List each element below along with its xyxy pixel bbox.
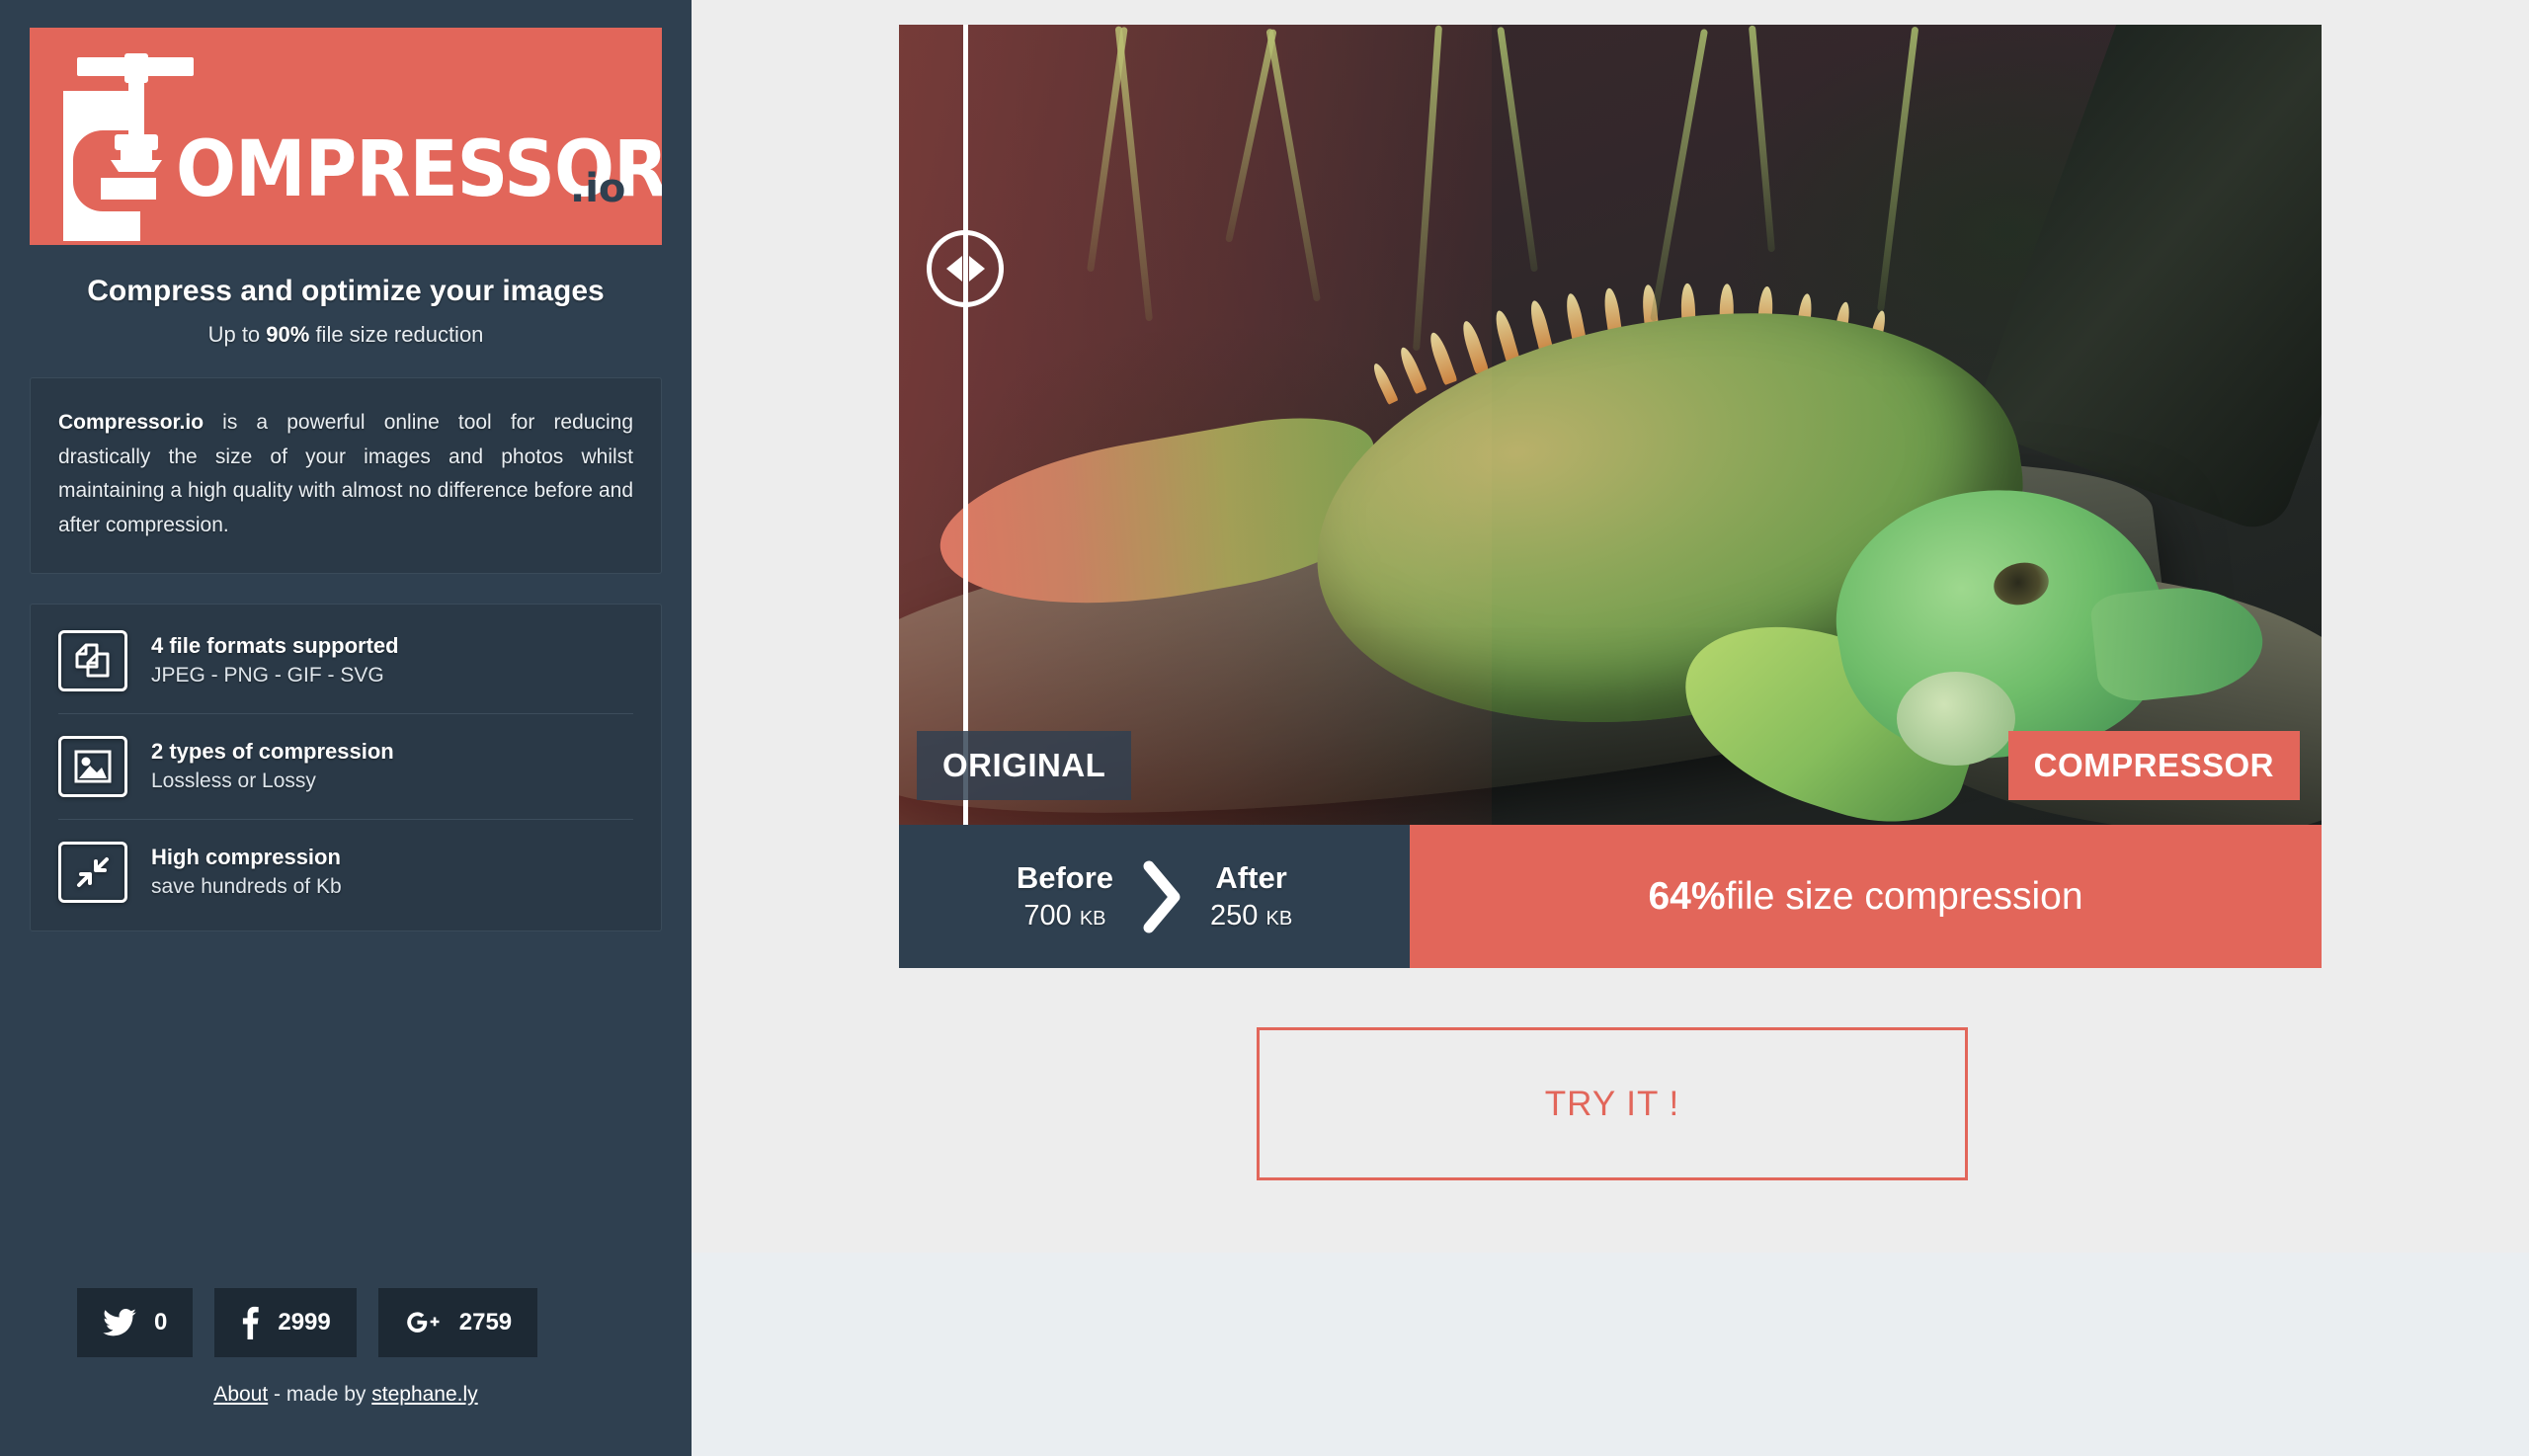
about-link[interactable]: About: [213, 1383, 268, 1406]
feature-row: 2 types of compression Lossless or Lossy: [58, 714, 633, 820]
after-value: 250 KB: [1210, 900, 1292, 932]
before-label: Before: [1016, 860, 1114, 895]
credit-line: About - made by stephane.ly: [0, 1383, 692, 1407]
sidebar: OMPRESSOR .io Compress and optimize your…: [0, 0, 692, 1456]
googleplus-count: 2759: [458, 1309, 513, 1335]
compression-label: file size compression: [1725, 874, 2083, 918]
compression-percent: 64%: [1648, 874, 1726, 918]
feature-title: 4 file formats supported: [151, 633, 399, 659]
chevron-left-icon: [945, 256, 962, 282]
about-text: Compressor.io is a powerful online tool …: [58, 406, 633, 543]
subtagline-percent: 90%: [266, 322, 310, 347]
feature-title: High compression: [151, 845, 341, 870]
logo-suffix: .io: [570, 166, 626, 211]
before-after-comparison[interactable]: ORIGINAL COMPRESSOR: [899, 25, 2322, 825]
about-panel: Compressor.io is a powerful online tool …: [30, 377, 662, 574]
chevron-right-icon: [1143, 860, 1181, 932]
after-unit: KB: [1265, 908, 1293, 930]
page-background-lower: [692, 1253, 2529, 1456]
features-panel: 4 file formats supported JPEG - PNG - GI…: [30, 603, 662, 931]
credit-separator: - made by: [268, 1383, 372, 1406]
facebook-count: 2999: [278, 1309, 331, 1335]
slider-handle-icon[interactable]: [927, 230, 1004, 307]
subtagline-suffix: file size reduction: [309, 322, 484, 347]
googleplus-share-button[interactable]: 2759: [377, 1288, 538, 1357]
before-value: 700 KB: [1017, 900, 1113, 932]
size-comparison: Before 700 KB After 250 KB: [899, 825, 1410, 968]
before-unit: KB: [1079, 908, 1106, 930]
after-stat: After 250 KB: [1210, 860, 1292, 932]
facebook-icon: [243, 1306, 260, 1339]
red-light-overlay: [899, 25, 1492, 825]
compress-arrows-icon: [58, 841, 127, 903]
tagline: Compress and optimize your images: [87, 275, 605, 307]
twitter-icon: [103, 1309, 136, 1336]
subtagline-prefix: Up to: [207, 322, 267, 347]
twitter-share-button[interactable]: 0: [77, 1288, 194, 1357]
documents-icon: [58, 629, 127, 691]
before-number: 700: [1023, 900, 1072, 931]
chevron-right-icon: [968, 256, 985, 282]
feature-subtitle: JPEG - PNG - GIF - SVG: [151, 664, 384, 688]
iguana-jowl: [1897, 672, 2015, 766]
facebook-share-button[interactable]: 2999: [214, 1288, 357, 1357]
googleplus-icon: [406, 1312, 440, 1333]
feature-row: High compression save hundreds of Kb: [58, 820, 633, 925]
author-link[interactable]: stephane.ly: [371, 1383, 477, 1406]
try-it-button[interactable]: TRY IT !: [1257, 1027, 1968, 1180]
image-icon: [58, 735, 127, 797]
iguana-photo: [899, 25, 2322, 825]
subtagline: Up to 90% file size reduction: [30, 322, 662, 348]
after-label: After: [1215, 860, 1287, 895]
tree-trunk: [1970, 25, 2322, 538]
before-stat: Before 700 KB: [1017, 860, 1113, 932]
feature-row: 4 file formats supported JPEG - PNG - GI…: [58, 608, 633, 714]
brand-name: Compressor.io: [58, 411, 204, 434]
after-number: 250: [1210, 900, 1259, 931]
stats-bar: Before 700 KB After 250 KB 64% file size…: [899, 825, 2322, 968]
logo-banner[interactable]: OMPRESSOR .io: [30, 28, 662, 245]
twitter-count: 0: [154, 1309, 168, 1335]
feature-title: 2 types of compression: [151, 739, 394, 765]
feature-subtitle: save hundreds of Kb: [151, 875, 342, 899]
feature-subtitle: Lossless or Lossy: [151, 769, 316, 793]
label-original: ORIGINAL: [917, 731, 1132, 800]
label-compressor: COMPRESSOR: [2007, 731, 2300, 800]
compression-result: 64% file size compression: [1410, 825, 2322, 968]
social-buttons: 0 2999 2759: [77, 1288, 538, 1357]
comparison-divider: [963, 25, 968, 825]
